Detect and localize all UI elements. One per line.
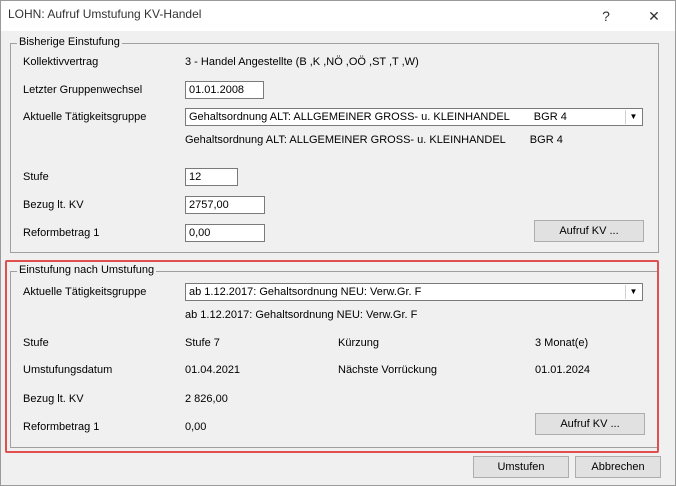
window-title: LOHN: Aufruf Umstufung KV-Handel <box>8 7 202 21</box>
aufruf-kv-button[interactable]: Aufruf KV ... <box>534 220 644 242</box>
stufe-label: Stufe <box>23 171 49 183</box>
title-bar: LOHN: Aufruf Umstufung KV-Handel ? ✕ <box>1 1 675 31</box>
gruppenwechsel-field[interactable]: 01.01.2008 <box>185 81 264 99</box>
abbrechen-button[interactable]: Abbrechen <box>575 456 661 478</box>
taetigkeit-label: Aktuelle Tätigkeitsgruppe <box>23 111 147 123</box>
gruppenwechsel-label: Letzter Gruppenwechsel <box>23 84 143 96</box>
kollektivvertrag-value: 3 - Handel Angestellte (B ,K ,NÖ ,OÖ ,ST… <box>185 56 419 68</box>
taetigkeit-text: Gehaltsordnung ALT: ALLGEMEINER GROSS- u… <box>185 134 563 146</box>
bezug-label: Bezug lt. KV <box>23 199 84 211</box>
dialog-window: LOHN: Aufruf Umstufung KV-Handel ? ✕ Bis… <box>0 0 676 486</box>
stufe-field[interactable]: 12 <box>185 168 238 186</box>
taetigkeit-select-value: Gehaltsordnung ALT: ALLGEMEINER GROSS- u… <box>189 111 567 123</box>
kollektivvertrag-label: Kollektivvertrag <box>23 56 99 68</box>
reformbetrag-field[interactable]: 0,00 <box>185 224 265 242</box>
close-icon[interactable]: ✕ <box>641 5 667 27</box>
umstufen-button[interactable]: Umstufen <box>473 456 569 478</box>
bezug-field[interactable]: 2757,00 <box>185 196 265 214</box>
chevron-down-icon[interactable]: ▼ <box>625 110 641 124</box>
reformbetrag-label: Reformbetrag 1 <box>23 227 100 239</box>
highlight-frame <box>5 260 659 453</box>
group-legend: Bisherige Einstufung <box>17 36 122 48</box>
help-icon[interactable]: ? <box>593 5 619 27</box>
taetigkeit-select[interactable]: Gehaltsordnung ALT: ALLGEMEINER GROSS- u… <box>185 108 643 126</box>
